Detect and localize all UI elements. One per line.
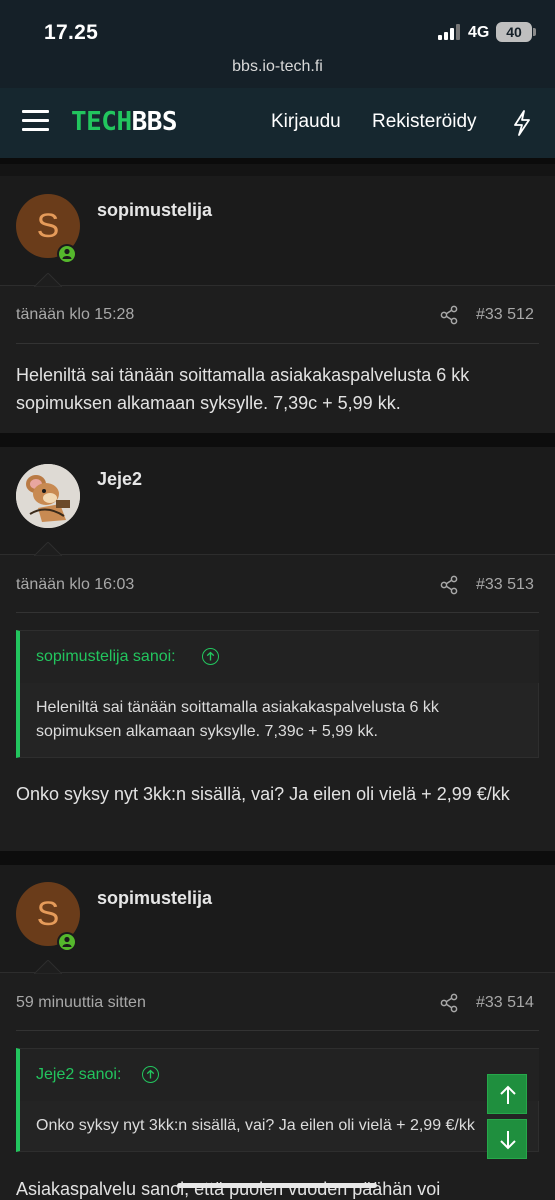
signal-icon <box>438 24 460 40</box>
quote-header[interactable]: sopimustelija sanoi: <box>20 631 539 683</box>
post-body: Onko syksy nyt 3kk:n sisällä, vai? Ja ei… <box>16 784 510 804</box>
author-arrow <box>34 273 62 287</box>
post-author-block: Jeje2 <box>0 447 555 556</box>
site-logo[interactable]: TECHBBS <box>71 107 178 137</box>
status-bar: 17.25 4G 40 bbs.io-tech.fi <box>0 0 555 88</box>
battery-icon: 40 <box>496 22 532 42</box>
username[interactable]: Jeje2 <box>97 469 142 490</box>
online-badge <box>57 244 77 264</box>
arrow-up-icon <box>500 1085 516 1104</box>
avatar-cartoon-mouse-image <box>16 464 80 528</box>
quote-block: sopimustelija sanoi: Heleniltä sai tänää… <box>16 630 539 758</box>
post-number[interactable]: #33 512 <box>476 306 534 324</box>
jump-to-quote-icon[interactable] <box>202 648 219 665</box>
divider <box>16 343 539 344</box>
post-date[interactable]: tänään klo 15:28 <box>16 306 134 324</box>
quote-author[interactable]: Jeje2 sanoi: <box>36 1066 121 1084</box>
post-author-block: S sopimustelija <box>0 176 555 287</box>
user-icon <box>62 248 72 259</box>
author-arrow <box>34 542 62 556</box>
logo-tech: TECH <box>71 107 132 137</box>
post-author-block: S sopimustelija <box>0 865 555 974</box>
post-number[interactable]: #33 513 <box>476 576 534 594</box>
network-type: 4G <box>468 24 490 41</box>
share-icon[interactable] <box>440 575 458 595</box>
clock: 17.25 <box>44 21 99 44</box>
avatar[interactable] <box>16 464 80 528</box>
url-bar[interactable]: bbs.io-tech.fi <box>0 58 555 76</box>
quote-text: Heleniltä sai tänään soittamalla asiakak… <box>36 699 439 740</box>
username[interactable]: sopimustelija <box>97 200 212 221</box>
user-icon <box>62 936 72 947</box>
post-gap <box>0 433 555 447</box>
post: S sopimustelija tänään klo 15:28 #33 512… <box>0 176 555 433</box>
post-date[interactable]: tänään klo 16:03 <box>16 576 134 594</box>
author-arrow <box>34 960 62 974</box>
divider <box>16 1030 539 1031</box>
share-icon[interactable] <box>440 993 458 1013</box>
post-date[interactable]: 59 minuuttia sitten <box>16 994 146 1012</box>
quote-author[interactable]: sopimustelija sanoi: <box>36 648 176 666</box>
bolt-icon[interactable] <box>512 110 532 136</box>
jump-to-quote-icon[interactable] <box>142 1066 159 1083</box>
home-indicator[interactable] <box>177 1183 377 1188</box>
login-link[interactable]: Kirjaudu <box>271 111 341 133</box>
battery-nub <box>533 28 536 36</box>
post: Jeje2 tänään klo 16:03 #33 513 sopimuste… <box>0 447 555 851</box>
site-header: TECHBBS Kirjaudu Rekisteröidy <box>0 88 555 158</box>
share-icon[interactable] <box>440 305 458 325</box>
battery-level: 40 <box>506 24 522 40</box>
post-number[interactable]: #33 514 <box>476 994 534 1012</box>
hamburger-menu-icon[interactable] <box>22 110 49 132</box>
quote-header[interactable]: Jeje2 sanoi: <box>20 1049 539 1101</box>
post: S sopimustelija 59 minuuttia sitten #33 … <box>0 865 555 1200</box>
post-body: Heleniltä sai tänään soittamalla asiakak… <box>16 365 470 413</box>
header-separator <box>0 158 555 164</box>
arrow-down-icon <box>500 1131 516 1150</box>
quote-text: Onko syksy nyt 3kk:n sisällä, vai? Ja ei… <box>36 1117 475 1134</box>
divider <box>16 612 539 613</box>
scroll-to-top-button[interactable] <box>487 1074 527 1114</box>
logo-bbs: BBS <box>131 107 178 137</box>
username[interactable]: sopimustelija <box>97 888 212 909</box>
quote-block: Jeje2 sanoi: Onko syksy nyt 3kk:n sisäll… <box>16 1048 539 1152</box>
scroll-to-bottom-button[interactable] <box>487 1119 527 1159</box>
post-gap <box>0 851 555 865</box>
register-link[interactable]: Rekisteröidy <box>372 111 477 133</box>
online-badge <box>57 932 77 952</box>
